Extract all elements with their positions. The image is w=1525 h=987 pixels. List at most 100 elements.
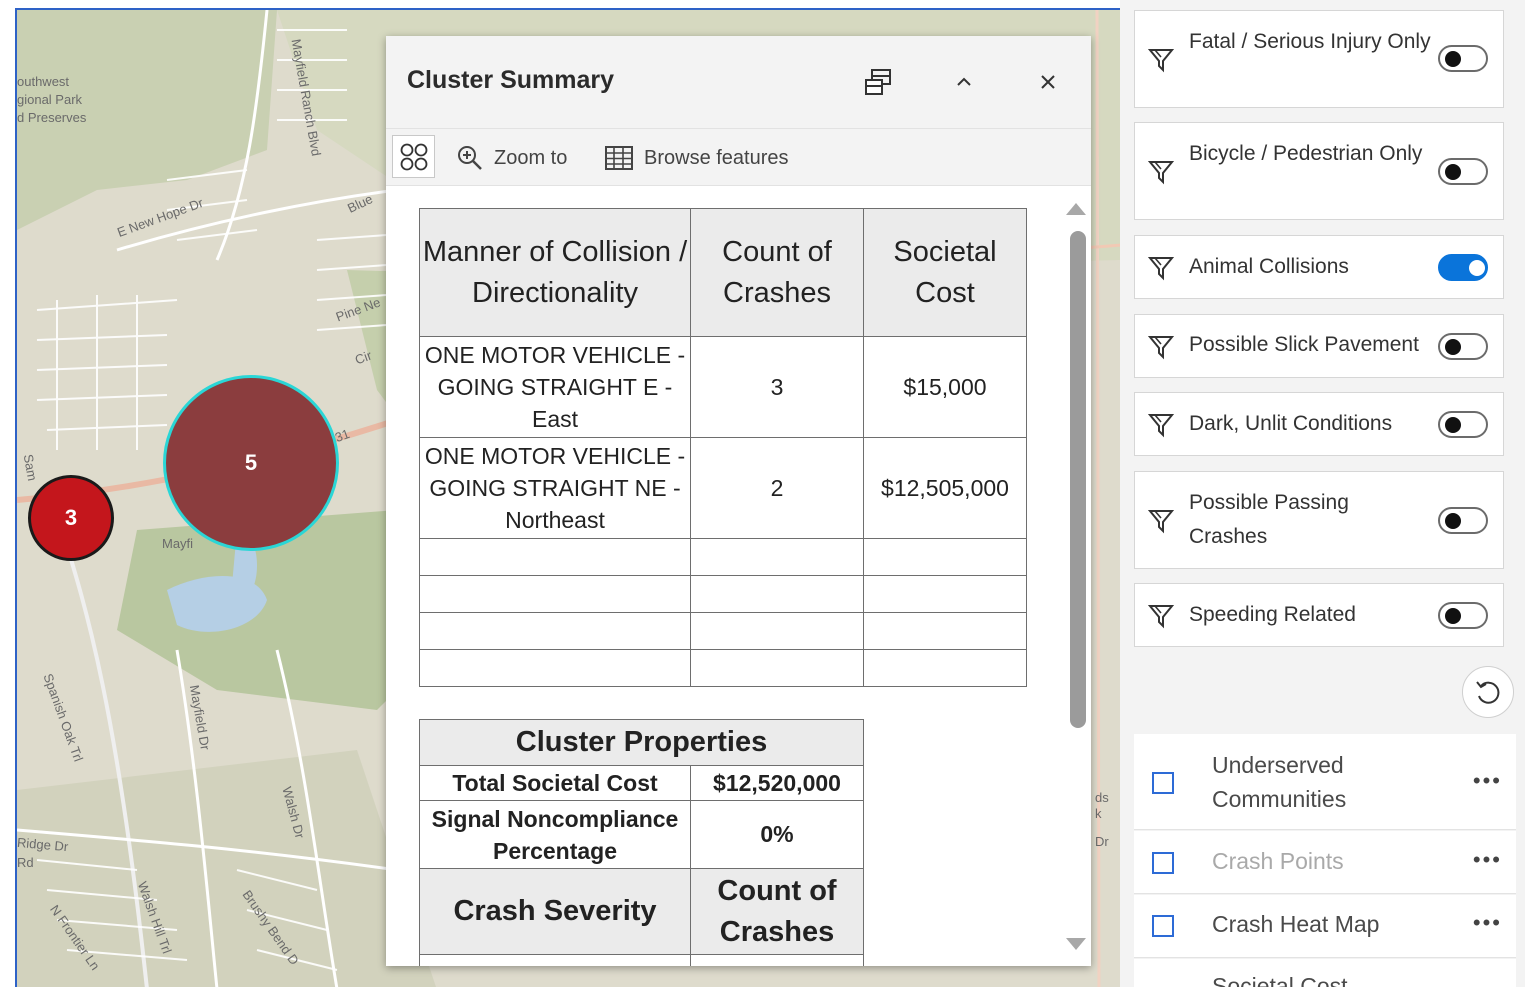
table-icon bbox=[605, 146, 633, 170]
map-label-road: Rd bbox=[17, 855, 34, 870]
layer-checkbox[interactable] bbox=[1152, 915, 1174, 937]
filter-toggle[interactable] bbox=[1438, 45, 1488, 72]
table-header: Crash Severity bbox=[419, 868, 691, 955]
table-row: Crash Severity Count of Crashes bbox=[419, 868, 864, 955]
zoom-to-label: Zoom to bbox=[494, 146, 568, 169]
cluster-count: 3 bbox=[64, 505, 78, 530]
popup-title: Cluster Summary bbox=[407, 66, 615, 94]
map-label-park: d Preserves bbox=[17, 110, 87, 125]
filter-animal-collisions[interactable]: Animal Collisions bbox=[1134, 235, 1504, 299]
filter-label: Possible Slick Pavement bbox=[1189, 333, 1419, 356]
cluster-properties-table: Cluster Properties Total Societal Cost $… bbox=[419, 719, 864, 966]
filter-toggle[interactable] bbox=[1438, 507, 1488, 534]
filter-dark-unlit[interactable]: Dark, Unlit Conditions bbox=[1134, 392, 1504, 456]
table-row: Signal Noncompliance Percentage 0% bbox=[419, 800, 864, 869]
table-cell: 2 bbox=[690, 437, 864, 539]
table-header: Manner of Collision / Directionality bbox=[419, 208, 691, 337]
table-cell: $12,520,000 bbox=[690, 765, 864, 801]
more-options-icon[interactable]: ••• bbox=[1473, 910, 1502, 936]
popup-content[interactable]: Manner of Collision / Directionality Cou… bbox=[386, 186, 1091, 966]
crash-cluster-marker-selected[interactable]: 5 bbox=[163, 375, 339, 551]
filter-label: Animal Collisions bbox=[1189, 255, 1349, 278]
more-options-icon[interactable]: ••• bbox=[1473, 768, 1502, 794]
layer-checkbox[interactable] bbox=[1152, 852, 1174, 874]
scrollbar-thumb[interactable] bbox=[1070, 231, 1086, 728]
layer-societal-cost[interactable]: Societal Cost bbox=[1134, 959, 1516, 987]
table-cell: Total Societal Cost bbox=[419, 765, 691, 801]
filter-label: Dark, Unlit Conditions bbox=[1189, 412, 1393, 435]
filter-bicycle-pedestrian[interactable]: Bicycle / Pedestrian Only bbox=[1134, 122, 1504, 220]
table-cell: 3 bbox=[690, 336, 864, 438]
table-row: ONE MOTOR VEHICLE - GOING STRAIGHT NE - … bbox=[419, 437, 1027, 539]
filter-toggle[interactable] bbox=[1438, 333, 1488, 360]
reset-filters-button[interactable] bbox=[1462, 666, 1514, 718]
close-button[interactable] bbox=[1028, 62, 1068, 102]
layer-crash-points[interactable]: Crash Points ••• bbox=[1134, 831, 1516, 894]
layer-crash-heat-map[interactable]: Crash Heat Map ••• bbox=[1134, 895, 1516, 958]
filter-slick-pavement[interactable]: Possible Slick Pavement bbox=[1134, 314, 1504, 378]
filter-passing-crashes[interactable]: Possible Passing Crashes bbox=[1134, 471, 1504, 569]
cluster-count: 5 bbox=[244, 450, 258, 475]
collapse-button[interactable] bbox=[944, 62, 984, 102]
table-header: Count of Crashes bbox=[690, 868, 864, 955]
layer-underserved-communities[interactable]: Underserved Communities ••• bbox=[1134, 734, 1516, 830]
browse-features-button[interactable]: Browse features bbox=[604, 139, 789, 177]
table-row-empty bbox=[419, 538, 1027, 576]
close-icon bbox=[1041, 75, 1055, 89]
filter-icon bbox=[1147, 161, 1175, 185]
filter-icon bbox=[1147, 257, 1175, 281]
chevron-up-icon bbox=[957, 77, 971, 86]
popup-toolbar: Zoom to Browse features bbox=[386, 128, 1091, 186]
cluster-features-button[interactable] bbox=[392, 135, 435, 178]
filter-toggle[interactable] bbox=[1438, 158, 1488, 185]
dock-button[interactable] bbox=[858, 62, 898, 102]
collision-summary-table: Manner of Collision / Directionality Cou… bbox=[419, 208, 1027, 687]
filter-label: Fatal / Serious Injury Only bbox=[1189, 30, 1431, 53]
filter-toggle-on[interactable] bbox=[1438, 254, 1488, 281]
layer-label: Crash Points bbox=[1212, 848, 1344, 874]
browse-features-label: Browse features bbox=[644, 146, 789, 169]
map-label-road: k bbox=[1095, 806, 1102, 821]
table-row-empty bbox=[419, 649, 1027, 687]
scroll-up-arrow-icon[interactable] bbox=[1066, 203, 1086, 215]
filter-label: Bicycle / Pedestrian Only bbox=[1189, 142, 1423, 165]
zoom-to-button[interactable]: Zoom to bbox=[456, 139, 567, 177]
layer-label: Societal Cost bbox=[1212, 973, 1348, 987]
filter-speeding[interactable]: Speeding Related bbox=[1134, 583, 1504, 647]
zoom-in-icon bbox=[458, 146, 482, 170]
cluster-summary-popup: Cluster Summary Zoom to Browse features … bbox=[386, 36, 1091, 966]
map-label-road: ds bbox=[1095, 790, 1109, 805]
table-cell: ONE MOTOR VEHICLE - GOING STRAIGHT E - E… bbox=[419, 336, 691, 438]
table-row-partial bbox=[419, 954, 864, 966]
popup-header: Cluster Summary bbox=[386, 36, 1091, 128]
filter-icon bbox=[1147, 605, 1175, 629]
map-label-park: gional Park bbox=[17, 92, 83, 107]
layer-label: Underserved Communities bbox=[1212, 752, 1347, 812]
table-header: Count of Crashes bbox=[690, 208, 864, 337]
filter-icon bbox=[1147, 510, 1175, 534]
more-options-icon[interactable]: ••• bbox=[1473, 847, 1502, 873]
table-cell: $12,505,000 bbox=[863, 437, 1027, 539]
filter-label: Possible Passing Crashes bbox=[1189, 491, 1349, 548]
map-label-road: Dr bbox=[1095, 834, 1109, 849]
table-cell: 0% bbox=[690, 800, 864, 869]
filter-icon bbox=[1147, 49, 1175, 73]
filter-toggle[interactable] bbox=[1438, 411, 1488, 438]
crash-cluster-marker[interactable]: 3 bbox=[28, 475, 114, 561]
scroll-down-arrow-icon[interactable] bbox=[1066, 938, 1086, 950]
filter-icon bbox=[1147, 336, 1175, 360]
layer-checkbox[interactable] bbox=[1152, 772, 1174, 794]
filter-toggle[interactable] bbox=[1438, 602, 1488, 629]
map-label-place: Mayfi bbox=[162, 536, 194, 551]
table-row: Total Societal Cost $12,520,000 bbox=[419, 765, 864, 801]
layer-label: Crash Heat Map bbox=[1212, 911, 1380, 937]
table-row-empty bbox=[419, 575, 1027, 613]
filter-fatal-serious[interactable]: Fatal / Serious Injury Only bbox=[1134, 10, 1504, 108]
popup-scrollbar[interactable] bbox=[1061, 186, 1091, 966]
reset-icon bbox=[1476, 681, 1500, 704]
dock-icon bbox=[865, 69, 891, 95]
table-cell: Signal Noncompliance Percentage bbox=[419, 800, 691, 869]
table-cell: $15,000 bbox=[863, 336, 1027, 438]
table-row-empty bbox=[419, 612, 1027, 650]
table-cell: ONE MOTOR VEHICLE - GOING STRAIGHT NE - … bbox=[419, 437, 691, 539]
